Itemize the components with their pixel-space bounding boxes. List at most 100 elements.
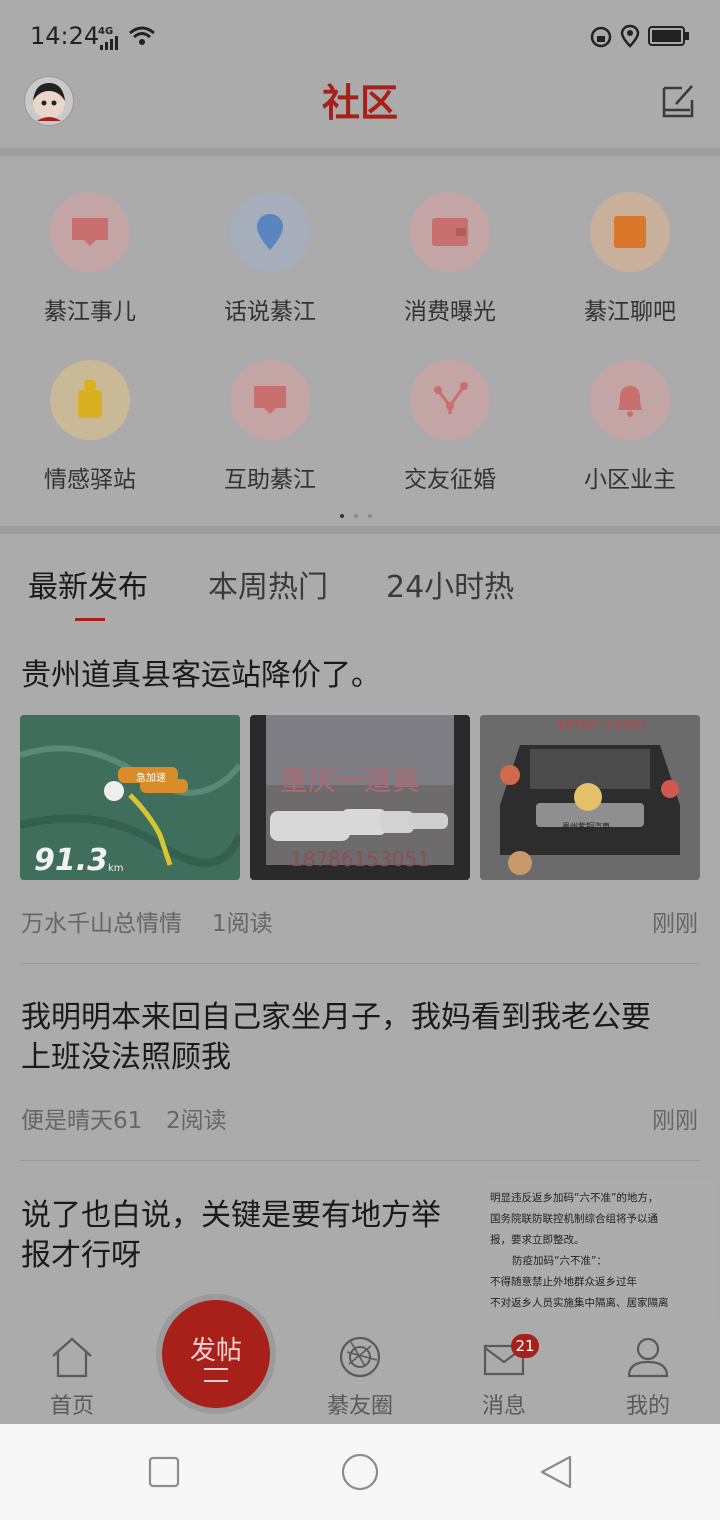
share-icon xyxy=(434,382,468,414)
post-button[interactable]: 发帖 xyxy=(162,1300,270,1408)
category-qijiang-affairs[interactable]: 綦江事儿 xyxy=(0,192,180,352)
post-title[interactable]: 说了也白说，关键是要有地方举 报才行呀 xyxy=(21,1196,461,1276)
user-icon xyxy=(627,1337,669,1378)
message-badge: 21 xyxy=(511,1334,539,1358)
category-icon-bg xyxy=(230,192,310,272)
signal-icon xyxy=(100,36,118,50)
post-title-line: 报才行呀 xyxy=(21,1238,141,1273)
post-divider xyxy=(20,1160,700,1161)
category-residents[interactable]: 小区业主 xyxy=(540,360,720,520)
category-label: 话说綦江 xyxy=(224,299,316,325)
category-icon-bg xyxy=(590,192,670,272)
wallet-icon xyxy=(432,218,468,246)
message-icon xyxy=(254,386,286,414)
nav-label: 綦友圈 xyxy=(326,1394,393,1419)
category-label: 消费曝光 xyxy=(404,299,496,325)
van-image xyxy=(480,715,700,880)
category-label: 綦江聊吧 xyxy=(584,299,676,325)
doc-line: 报，要求立即整改。 xyxy=(490,1234,585,1246)
menu-bars-icon xyxy=(204,1368,228,1382)
category-label: 互助綦江 xyxy=(224,467,316,493)
system-nav-bar xyxy=(0,1424,720,1520)
category-label: 小区业主 xyxy=(584,467,676,493)
post-author[interactable]: 万水千山总情情 xyxy=(21,904,182,938)
nav-label: 消息 xyxy=(481,1394,526,1419)
category-icon-bg xyxy=(410,192,490,272)
doc-line: 国务院联防联控机制综合组将予以通 xyxy=(490,1213,658,1225)
doc-line: 不得随意禁止外地群众返乡过年 xyxy=(490,1276,637,1288)
category-icon-bg xyxy=(230,360,310,440)
category-icon-bg xyxy=(590,360,670,440)
category-icon-bg xyxy=(50,192,130,272)
map-tag: 急加速 xyxy=(136,773,166,784)
post-title[interactable]: 我明明本来回自己家坐月子，我妈看到我老公要 上班没法照顾我 xyxy=(21,998,701,1078)
post-reads: 2阅读 xyxy=(166,1108,227,1134)
location-icon xyxy=(620,24,640,48)
doc-line: 不对返乡人员实施集中隔离、居家隔离 xyxy=(490,1297,669,1309)
category-icon-bg xyxy=(50,360,130,440)
category-qijiang-chat[interactable]: 綦江聊吧 xyxy=(540,192,720,352)
nav-label: 我的 xyxy=(625,1394,670,1419)
post-button-label: 发帖 xyxy=(189,1336,242,1366)
post-divider xyxy=(20,963,700,964)
grid-divider xyxy=(0,526,720,534)
post-image-map[interactable]: 急加速 91.3 km xyxy=(20,715,240,880)
location-pin-icon xyxy=(257,214,283,250)
post-title-line: 我明明本来回自己家坐月子，我妈看到我老公要 xyxy=(21,1000,651,1035)
recents-icon[interactable] xyxy=(148,1456,180,1488)
route-text: 重庆一道真 xyxy=(280,764,421,797)
nav-mine[interactable]: 我的 xyxy=(598,1336,698,1420)
plate-text: 贵州紫铜汽車 xyxy=(562,822,610,831)
category-mutual-help[interactable]: 互助綦江 xyxy=(180,360,360,520)
status-time: 14:24 xyxy=(30,22,100,50)
doc-line: 明显违反返乡加码“六不准”的地方， xyxy=(490,1192,659,1204)
category-consumer-exposure[interactable]: 消费曝光 xyxy=(360,192,540,352)
post-title[interactable]: 贵州道真县客运站降价了。 xyxy=(21,656,701,696)
post-title-line: 说了也白说，关键是要有地方举 xyxy=(21,1198,441,1233)
header-divider xyxy=(0,148,720,156)
post-image-van[interactable]: 18786153051 贵州紫铜汽車 xyxy=(480,715,700,880)
tab-weekly-hot[interactable]: 本周热门 xyxy=(208,562,328,606)
post-document-image[interactable]: 明显违反返乡加码“六不准”的地方， 国务院联防联控机制综合组将予以通 报，要求立… xyxy=(484,1180,714,1330)
nav-circle[interactable]: 綦友圈 xyxy=(310,1336,410,1420)
home-icon xyxy=(52,1337,92,1378)
rotation-lock-icon xyxy=(590,26,612,48)
bottle-icon xyxy=(78,380,102,418)
aperture-icon xyxy=(339,1336,381,1378)
category-talk-qijiang[interactable]: 话说綦江 xyxy=(180,192,360,352)
square-icon xyxy=(614,216,646,248)
post-author[interactable]: 便是晴天61 xyxy=(21,1101,142,1135)
category-label: 綦江事儿 xyxy=(44,299,136,325)
compose-icon[interactable] xyxy=(660,82,698,120)
post-reads: 1阅读 xyxy=(212,911,273,937)
category-icon-bg xyxy=(410,360,490,440)
battery-icon xyxy=(648,26,689,46)
status-bar: 14:24 4G xyxy=(0,0,720,70)
post-image-cars[interactable]: 重庆一道真 18786153051 xyxy=(250,715,470,880)
category-dating[interactable]: 交友征婚 xyxy=(360,360,540,520)
page-indicator xyxy=(340,503,382,522)
distance-value: 91.3 xyxy=(34,843,109,878)
category-label: 情感驿站 xyxy=(44,467,136,493)
back-icon[interactable] xyxy=(538,1454,574,1490)
nav-home[interactable]: 首页 xyxy=(22,1336,122,1420)
tab-indicator xyxy=(75,618,105,621)
distance-unit: km xyxy=(108,863,124,874)
wifi-icon xyxy=(129,26,155,45)
nav-messages[interactable]: 消息 xyxy=(454,1336,554,1420)
post-time: 刚刚 xyxy=(652,911,698,937)
doc-line: 防疫加码“六不准”： xyxy=(512,1255,607,1267)
tab-latest[interactable]: 最新发布 xyxy=(28,562,148,606)
chat-bubble-icon xyxy=(72,218,108,246)
nav-label: 首页 xyxy=(49,1394,94,1419)
page-title: 社区 xyxy=(321,80,398,125)
tab-24h-hot[interactable]: 24小时热 xyxy=(386,562,514,606)
category-emotion-station[interactable]: 情感驿站 xyxy=(0,360,180,520)
post-time: 刚刚 xyxy=(652,1108,698,1134)
phone-text: 18786153051 xyxy=(290,847,430,871)
post-title-line: 上班没法照顾我 xyxy=(21,1040,231,1075)
home-circle-icon[interactable] xyxy=(341,1453,379,1491)
phone-text: 18786153051 xyxy=(556,719,647,734)
bell-icon xyxy=(618,386,642,417)
category-label: 交友征婚 xyxy=(404,467,496,493)
